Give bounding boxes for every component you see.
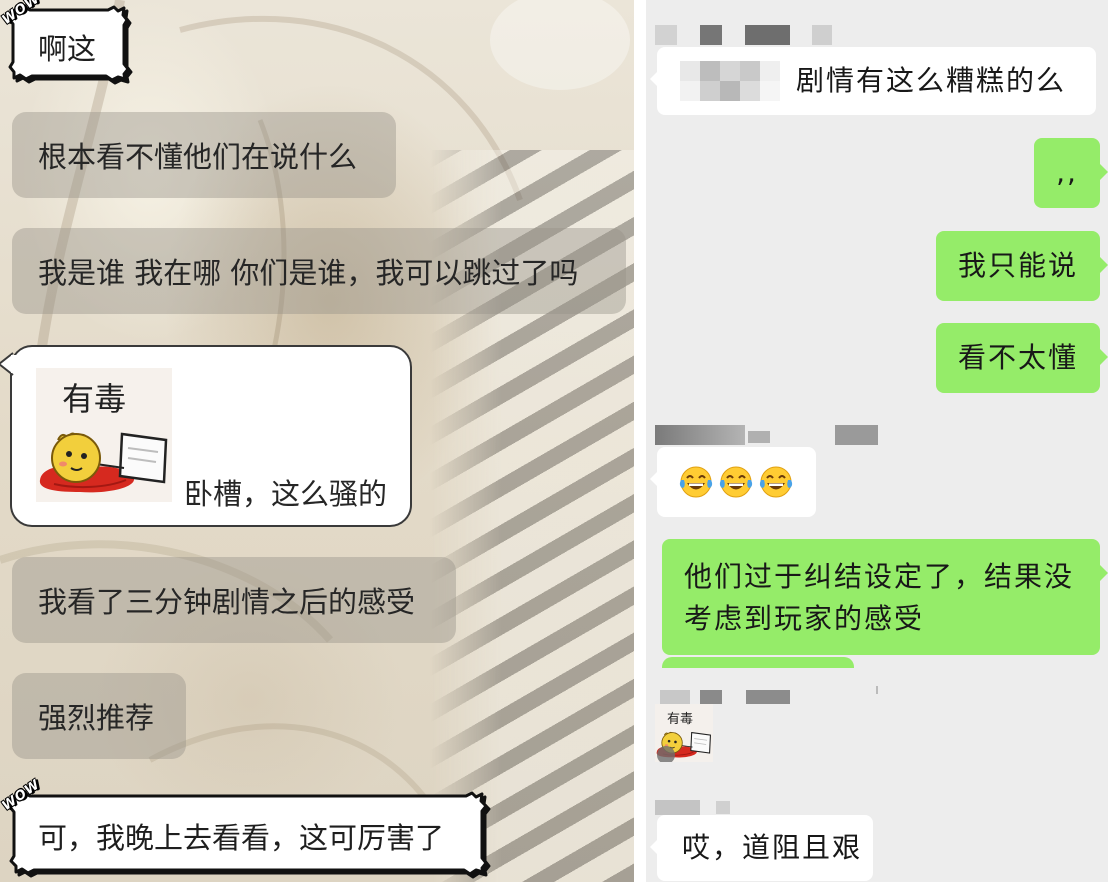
sticker-caption: 有毒 bbox=[62, 380, 127, 418]
bubble-tail bbox=[650, 71, 658, 87]
message-text: 剧情有这么糟糕的么 bbox=[796, 64, 1067, 97]
sticker-caption: 有毒 bbox=[667, 712, 694, 727]
sent-message-bubble[interactable]: 看不太懂 bbox=[936, 323, 1108, 393]
message-text: 啊这 bbox=[38, 32, 97, 66]
dialogue-message-bubble[interactable]: 强烈推荐 bbox=[12, 673, 186, 759]
message-text: 卧槽，这么骚的 bbox=[184, 477, 388, 511]
comic-message-bubble[interactable]: WOW 啊这 bbox=[0, 0, 132, 82]
face-with-tears-of-joy-icon bbox=[718, 464, 754, 500]
pixelated-sender-name bbox=[655, 800, 700, 815]
left-chat-panel: WOW 啊这 根本看不懂他们在说什么 我是谁 我在哪 你们是谁，我可以跳过了吗 … bbox=[0, 0, 634, 882]
received-message-bubble[interactable]: 剧情有这么糟糕的么 bbox=[650, 47, 1096, 115]
bubble-tail bbox=[650, 839, 658, 855]
bubble-tail bbox=[1100, 565, 1108, 581]
screenshot-composite: WOW 啊这 根本看不懂他们在说什么 我是谁 我在哪 你们是谁，我可以跳过了吗 … bbox=[0, 0, 1108, 882]
emoji-row bbox=[678, 464, 794, 500]
message-text: 我看了三分钟剧情之后的感受 bbox=[38, 585, 416, 619]
dialogue-message-bubble[interactable]: 我是谁 我在哪 你们是谁，我可以跳过了吗 bbox=[12, 228, 626, 314]
pixelated-sender-name bbox=[700, 690, 722, 704]
pixelated-sender-name bbox=[876, 686, 878, 694]
message-text-line: 考虑到玩家的感受 bbox=[684, 602, 925, 635]
bubble-tail bbox=[1100, 349, 1108, 365]
comic-message-bubble[interactable]: WOW 可，我晚上去看看，这可厉害了 bbox=[0, 777, 490, 876]
bubble-tail bbox=[0, 352, 16, 376]
blur-overlay bbox=[657, 746, 675, 762]
message-text-line: 他们过于纠结设定了，结果没 bbox=[684, 560, 1075, 593]
cropped-message-bubble bbox=[662, 657, 854, 668]
face-with-tears-of-joy-icon bbox=[758, 464, 794, 500]
pixelated-sender-name bbox=[748, 431, 770, 443]
sticker-message-bubble[interactable]: 有毒 卧槽，这么骚的 bbox=[0, 345, 412, 527]
message-text: ,, bbox=[1056, 156, 1078, 189]
pixelated-sender-name bbox=[655, 25, 677, 45]
bubble-tail bbox=[1100, 164, 1108, 180]
bubble-tail bbox=[1100, 257, 1108, 273]
pixelated-sender-name bbox=[716, 801, 730, 814]
message-text: 哎，道阻且艰 bbox=[682, 831, 863, 864]
bubble-tail bbox=[650, 471, 658, 487]
message-text: 根本看不懂他们在说什么 bbox=[38, 140, 358, 174]
dialogue-message-bubble[interactable]: 根本看不懂他们在说什么 bbox=[12, 112, 396, 198]
message-text: 可，我晚上去看看，这可厉害了 bbox=[38, 821, 445, 855]
face-with-tears-of-joy-icon bbox=[678, 464, 714, 500]
pixelated-sender-name bbox=[812, 25, 832, 45]
pixelated-sender-name bbox=[655, 425, 745, 445]
message-text: 强烈推荐 bbox=[38, 701, 155, 735]
pixelated-mention bbox=[680, 61, 780, 101]
message-text: 我是谁 我在哪 你们是谁，我可以跳过了吗 bbox=[38, 256, 579, 290]
right-chat-panel: 剧情有这么糟糕的么 ,, 我只能说 看不太懂 他们过于纠结设定了，结果没 考虑到… bbox=[646, 0, 1108, 882]
poison-sticker-message[interactable]: 有毒 bbox=[655, 704, 713, 762]
pixelated-sender-name bbox=[835, 425, 878, 445]
sent-message-bubble[interactable]: ,, bbox=[1034, 138, 1108, 208]
sent-message-bubble[interactable]: 我只能说 bbox=[936, 231, 1108, 301]
dialogue-message-bubble[interactable]: 我看了三分钟剧情之后的感受 bbox=[12, 557, 456, 643]
poison-sticker[interactable]: 有毒 bbox=[36, 368, 172, 502]
pixelated-sender-name bbox=[700, 25, 722, 45]
message-text: 我只能说 bbox=[958, 249, 1079, 282]
pixelated-sender-name bbox=[745, 25, 790, 45]
received-message-bubble[interactable] bbox=[650, 447, 816, 517]
message-text: 看不太懂 bbox=[958, 341, 1079, 374]
pixelated-sender-name bbox=[660, 690, 690, 704]
pixelated-sender-name bbox=[746, 690, 790, 704]
sent-message-bubble[interactable]: 他们过于纠结设定了，结果没 考虑到玩家的感受 bbox=[662, 539, 1108, 655]
received-message-bubble[interactable]: 哎，道阻且艰 bbox=[650, 815, 873, 881]
